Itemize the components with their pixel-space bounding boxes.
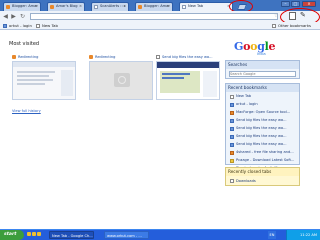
bookmark-label: orkut - login [9,23,32,28]
recently-closed-heading: Recently closed tabs [226,168,299,176]
thumbnail-title: Send big files the easy wa... [162,55,213,59]
page-icon [230,179,234,183]
tab-3[interactable]: ScanAlerts :: cvStig... × [91,2,129,11]
view-history-link[interactable]: View full history [12,109,41,113]
tab-4[interactable]: Blogger: Amar's Blog × [135,2,173,11]
bookmark-label: New Tab [42,23,58,28]
page-icon [230,94,234,99]
google-logo: Google [234,40,276,53]
most-visited-thumbnail[interactable] [89,61,153,100]
blogger-icon [12,55,16,59]
tab-2[interactable]: Amar's Blog × [47,2,85,11]
blogger-icon [138,5,142,9]
folder-icon [272,24,276,28]
minimize-button[interactable]: – [281,1,290,7]
closed-tab-link: Downloads [236,179,256,183]
page-icon [156,55,160,59]
page-icon [94,5,98,9]
recently-closed-panel: Recently closed tabs Downloads [225,167,300,186]
recent-bookmarks-heading: Recent bookmarks [226,84,299,92]
maximize-button[interactable]: □ [291,1,300,7]
folder-icon[interactable] [27,232,31,236]
bookmark-link: Send big files the easy wa... [236,142,287,146]
page-icon [182,5,186,9]
list-item[interactable]: Send big files the easy wa... [230,117,299,125]
reload-button[interactable]: ↻ [19,13,26,20]
orkut-icon [230,102,234,107]
orkut-icon [3,24,7,28]
bookmark-link: MacForge: Open Source tool... [236,110,291,114]
quick-launch [27,232,45,238]
site-icon [230,110,234,115]
close-tab-icon[interactable]: × [167,4,170,8]
bookmark-link: Send big files the easy wa... [236,134,287,138]
bookmark-link: orkut - login [236,102,258,106]
language-indicator[interactable]: EN [268,231,276,239]
most-visited-thumbnail[interactable] [156,61,220,100]
other-bookmarks-label: Other bookmarks [278,23,312,28]
list-item[interactable]: orkut - login [230,101,299,109]
list-item[interactable]: Send big files the easy wa... [230,125,299,133]
recently-closed-item[interactable]: Downloads [230,179,256,183]
recent-bookmarks-panel: Recent bookmarks New Tab orkut - login M… [225,83,300,171]
most-visited-heading: Most visited [9,41,40,47]
most-visited-thumbnail[interactable] [12,61,76,100]
close-tab-icon[interactable]: × [79,4,82,8]
tab-title: New Tab [188,4,204,8]
close-tab-icon[interactable]: × [123,4,126,8]
close-window-button[interactable]: × [302,1,316,7]
site-icon [230,150,234,155]
site-icon [230,142,234,147]
other-bookmarks[interactable]: Other bookmarks [272,23,311,28]
start-button[interactable]: start [0,230,24,240]
searches-panel: Searches [225,60,300,79]
bookmark-item[interactable]: orkut - login [3,23,32,28]
list-item[interactable]: Send big files the easy wa... [230,141,299,149]
thumbnail-title: Redirecting [95,55,116,59]
site-icon [230,158,234,163]
thumbnail-title: Redirecting [18,55,39,59]
page-icon [36,24,40,28]
address-bar[interactable] [30,13,278,20]
bookmark-item[interactable]: New Tab [36,23,58,28]
blogger-icon [6,5,10,9]
toolbar: ◀ ▶ ↻ ☆ ✎ [0,8,320,26]
searches-heading: Searches [226,61,299,69]
list-item[interactable]: 4shared - free file sharing and... [230,149,299,157]
site-icon [230,126,234,131]
forward-button[interactable]: ▶ [10,13,17,20]
site-icon [230,134,234,139]
browser-icon[interactable] [32,232,36,236]
thumbnail-caption[interactable]: Redirecting [89,55,115,59]
taskbar: start New Tab - Google Ch... www.orkut.c… [0,229,320,240]
thumbnail-caption[interactable]: Redirecting [12,55,38,59]
bookmark-link: Send big files the easy wa... [236,126,287,130]
list-item[interactable]: MacForge: Open Source tool... [230,109,299,117]
taskbar-button[interactable]: New Tab - Google Ch... [49,231,94,239]
blogger-icon [50,5,54,9]
site-icon [230,118,234,123]
bookmark-link: Send big files the easy wa... [236,118,287,122]
bookmarks-bar: orkut - login New Tab Other bookmarks [0,22,320,30]
google-logo-suffix: India [257,52,266,56]
thumbnail-caption[interactable]: Send big files the easy wa... [156,55,213,59]
system-tray-clock: 11:22 AM [286,230,320,240]
search-input[interactable] [229,71,296,77]
recent-bookmarks-list: New Tab orkut - login MacForge: Open Sou… [226,92,299,173]
list-item[interactable]: New Tab [230,93,299,101]
close-tab-icon[interactable]: × [35,4,38,8]
app-icon[interactable] [37,232,41,236]
blogger-icon [89,55,93,59]
bookmark-link: 4shared - free file sharing and... [236,150,294,154]
list-item[interactable]: Pcaage - Download Latest Soft... [230,157,299,165]
bookmark-link: Pcaage - Download Latest Soft... [236,158,295,162]
list-item[interactable]: Send big files the easy wa... [230,133,299,141]
tab-1[interactable]: Blogger: Amar's Blog ... × [3,2,41,11]
back-button[interactable]: ◀ [2,13,9,20]
bookmark-star-icon[interactable]: ☆ [274,13,278,19]
taskbar-button[interactable]: www.orkut.com - ... [104,231,149,239]
bookmark-link: New Tab [236,94,252,98]
